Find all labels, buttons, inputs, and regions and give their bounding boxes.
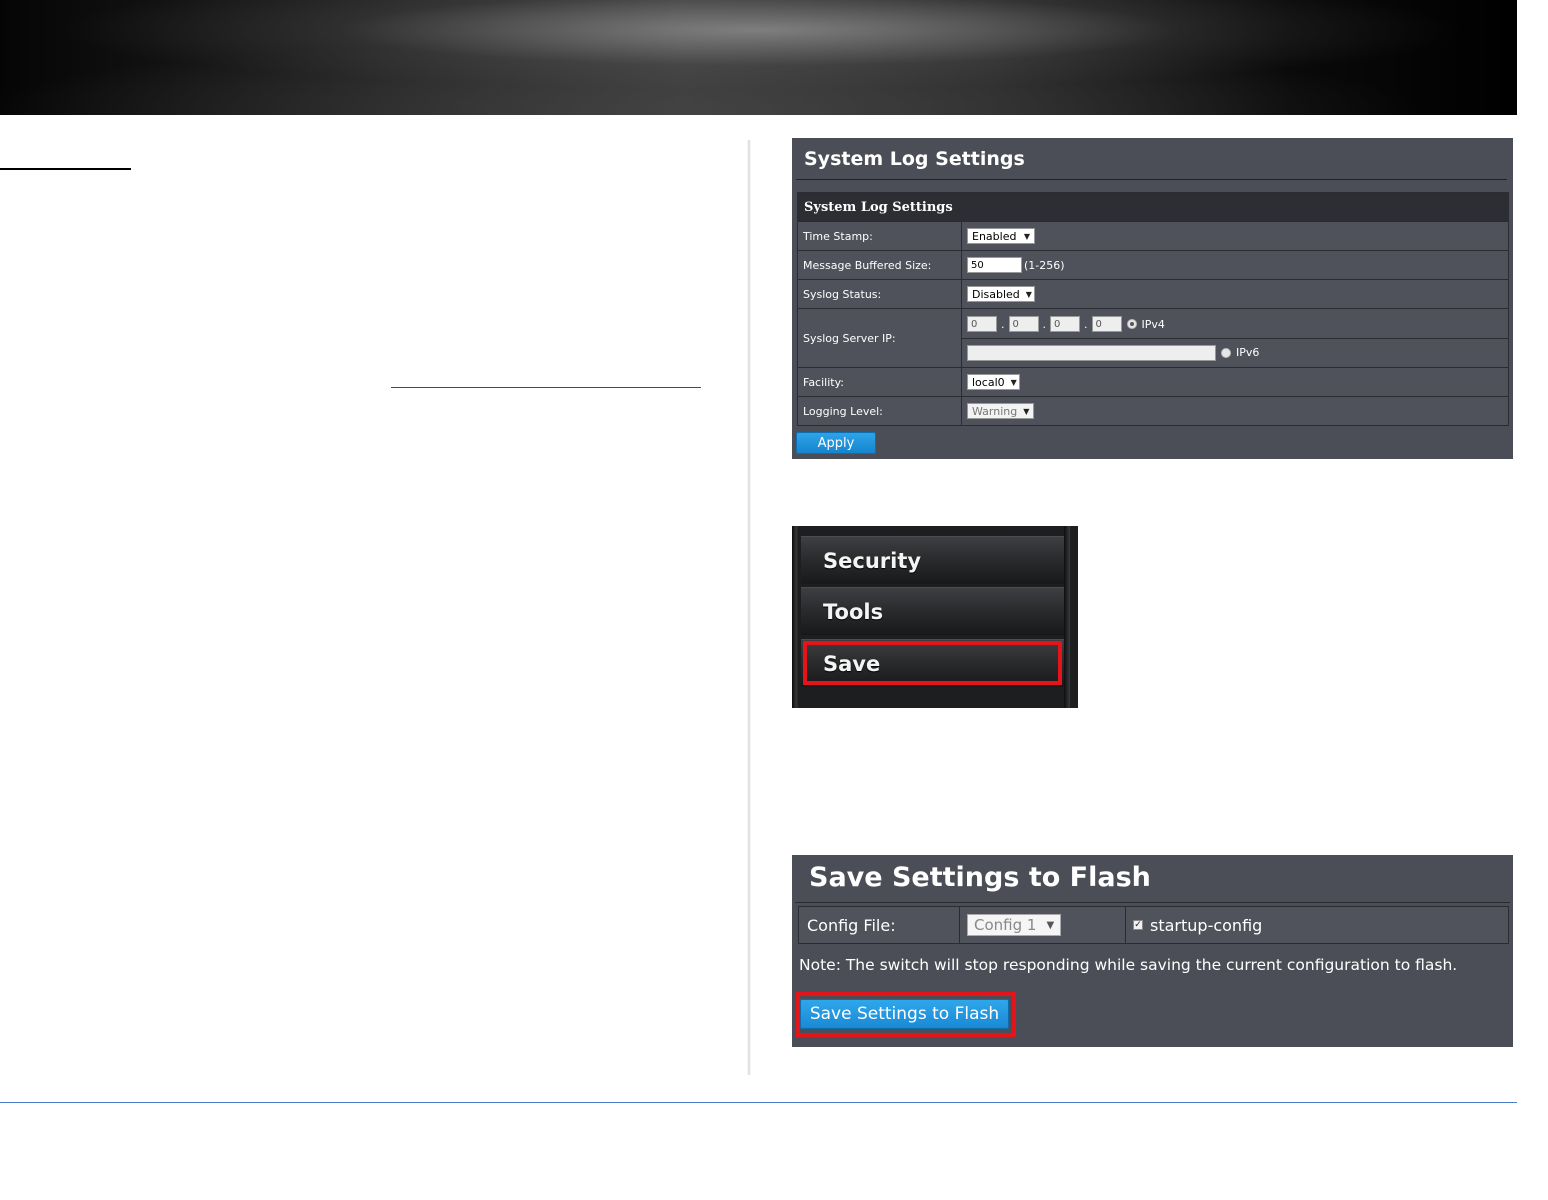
header-banner	[0, 0, 1517, 115]
startup-config-checkbox[interactable]: ✓	[1133, 920, 1143, 930]
ipv4-octet-4[interactable]: 0	[1091, 316, 1122, 332]
menu-item-save[interactable]: Save	[801, 639, 1064, 687]
title-divider	[795, 902, 1510, 903]
save-note: Note: The switch will stop responding wh…	[799, 956, 1458, 974]
dropdown-arrow-icon: ▼	[1010, 377, 1017, 387]
dropdown-arrow-icon: ▼	[1023, 231, 1030, 241]
side-menu: Security Tools Save	[792, 526, 1078, 708]
ipv4-octet-1[interactable]: 0	[967, 316, 997, 332]
link-underline	[391, 387, 701, 388]
table-row-time-stamp: Time Stamp: Enabled ▼	[798, 222, 1508, 251]
ipv6-line: IPv6	[962, 338, 1508, 366]
save-settings-to-flash-panel: Save Settings to Flash Config File: Conf…	[792, 855, 1513, 1047]
footer-rule	[0, 1102, 1517, 1103]
time-stamp-value: Enabled	[972, 229, 1017, 243]
ipv4-octet-3[interactable]: 0	[1050, 316, 1080, 332]
ipv6-label: IPv6	[1236, 346, 1260, 359]
menu-item-label: Save	[823, 651, 881, 676]
octet-separator: .	[1001, 317, 1005, 331]
menu-item-label: Tools	[823, 599, 884, 624]
table-row-message-buffered-size: Message Buffered Size: 50 (1-256)	[798, 251, 1508, 280]
octet-separator: .	[1042, 317, 1047, 331]
table-row-facility: Facility: local0 ▼	[798, 368, 1508, 397]
title-divider	[796, 179, 1507, 180]
menu-item-tools[interactable]: Tools	[801, 587, 1064, 635]
syslog-server-ip-label: Syslog Server IP:	[798, 309, 962, 367]
save-settings-to-flash-button[interactable]: Save Settings to Flash	[800, 999, 1009, 1029]
panel-title: System Log Settings	[804, 148, 1025, 170]
message-buffered-size-input[interactable]: 50	[967, 257, 1022, 273]
dropdown-arrow-icon: ▼	[1023, 406, 1030, 416]
time-stamp-select[interactable]: Enabled ▼	[967, 228, 1035, 244]
dropdown-arrow-icon: ▼	[1046, 919, 1055, 931]
ipv4-line: 0 . 0 . 0 . 0 IPv4	[962, 310, 1508, 338]
column-divider	[747, 140, 751, 1075]
system-log-settings-table: System Log Settings Time Stamp: Enabled …	[797, 192, 1509, 426]
syslog-status-value: Disabled	[972, 287, 1020, 301]
syslog-status-label: Syslog Status:	[798, 280, 962, 308]
time-stamp-label: Time Stamp:	[798, 222, 962, 250]
apply-button[interactable]: Apply	[796, 432, 876, 454]
logging-level-value: Warning	[972, 404, 1018, 418]
ipv6-radio[interactable]	[1221, 347, 1231, 358]
config-file-label: Config File:	[799, 907, 960, 943]
table-row-syslog-status: Syslog Status: Disabled ▼	[798, 280, 1508, 309]
panel-title: Save Settings to Flash	[809, 862, 1151, 893]
message-buffered-size-label: Message Buffered Size:	[798, 251, 962, 279]
menu-item-security[interactable]: Security	[801, 536, 1064, 584]
config-file-value: Config 1	[974, 916, 1037, 934]
facility-select[interactable]: local0 ▼	[967, 374, 1020, 390]
ipv4-octet-2[interactable]: 0	[1008, 316, 1039, 332]
ipv6-input[interactable]	[967, 344, 1216, 361]
dropdown-arrow-icon: ▼	[1025, 289, 1032, 299]
octet-separator: .	[1084, 317, 1088, 331]
table-row-syslog-server-ip: Syslog Server IP: 0 . 0 . 0 . 0 IPv4 IPv…	[798, 309, 1508, 368]
ipv4-label: IPv4	[1141, 317, 1165, 331]
facility-label: Facility:	[798, 368, 962, 396]
table-header: System Log Settings	[798, 193, 1508, 222]
syslog-status-select[interactable]: Disabled ▼	[967, 286, 1035, 302]
message-buffered-size-hint: (1-256)	[1024, 258, 1065, 272]
menu-left-edge	[792, 526, 799, 708]
ipv4-radio[interactable]	[1126, 319, 1137, 329]
logging-level-select[interactable]: Warning ▼	[967, 403, 1034, 419]
facility-value: local0	[972, 375, 1005, 389]
system-log-settings-panel: System Log Settings System Log Settings …	[792, 138, 1513, 459]
logging-level-label: Logging Level:	[798, 397, 962, 425]
config-file-select[interactable]: Config 1 ▼	[967, 914, 1062, 936]
menu-right-edge	[1064, 526, 1070, 708]
startup-config-label: startup-config	[1150, 915, 1263, 935]
table-row-logging-level: Logging Level: Warning ▼	[798, 397, 1508, 425]
section-heading-underline	[0, 168, 131, 170]
config-file-row: Config File: Config 1 ▼ ✓ startup-config	[798, 906, 1509, 944]
menu-item-label: Security	[823, 548, 922, 573]
